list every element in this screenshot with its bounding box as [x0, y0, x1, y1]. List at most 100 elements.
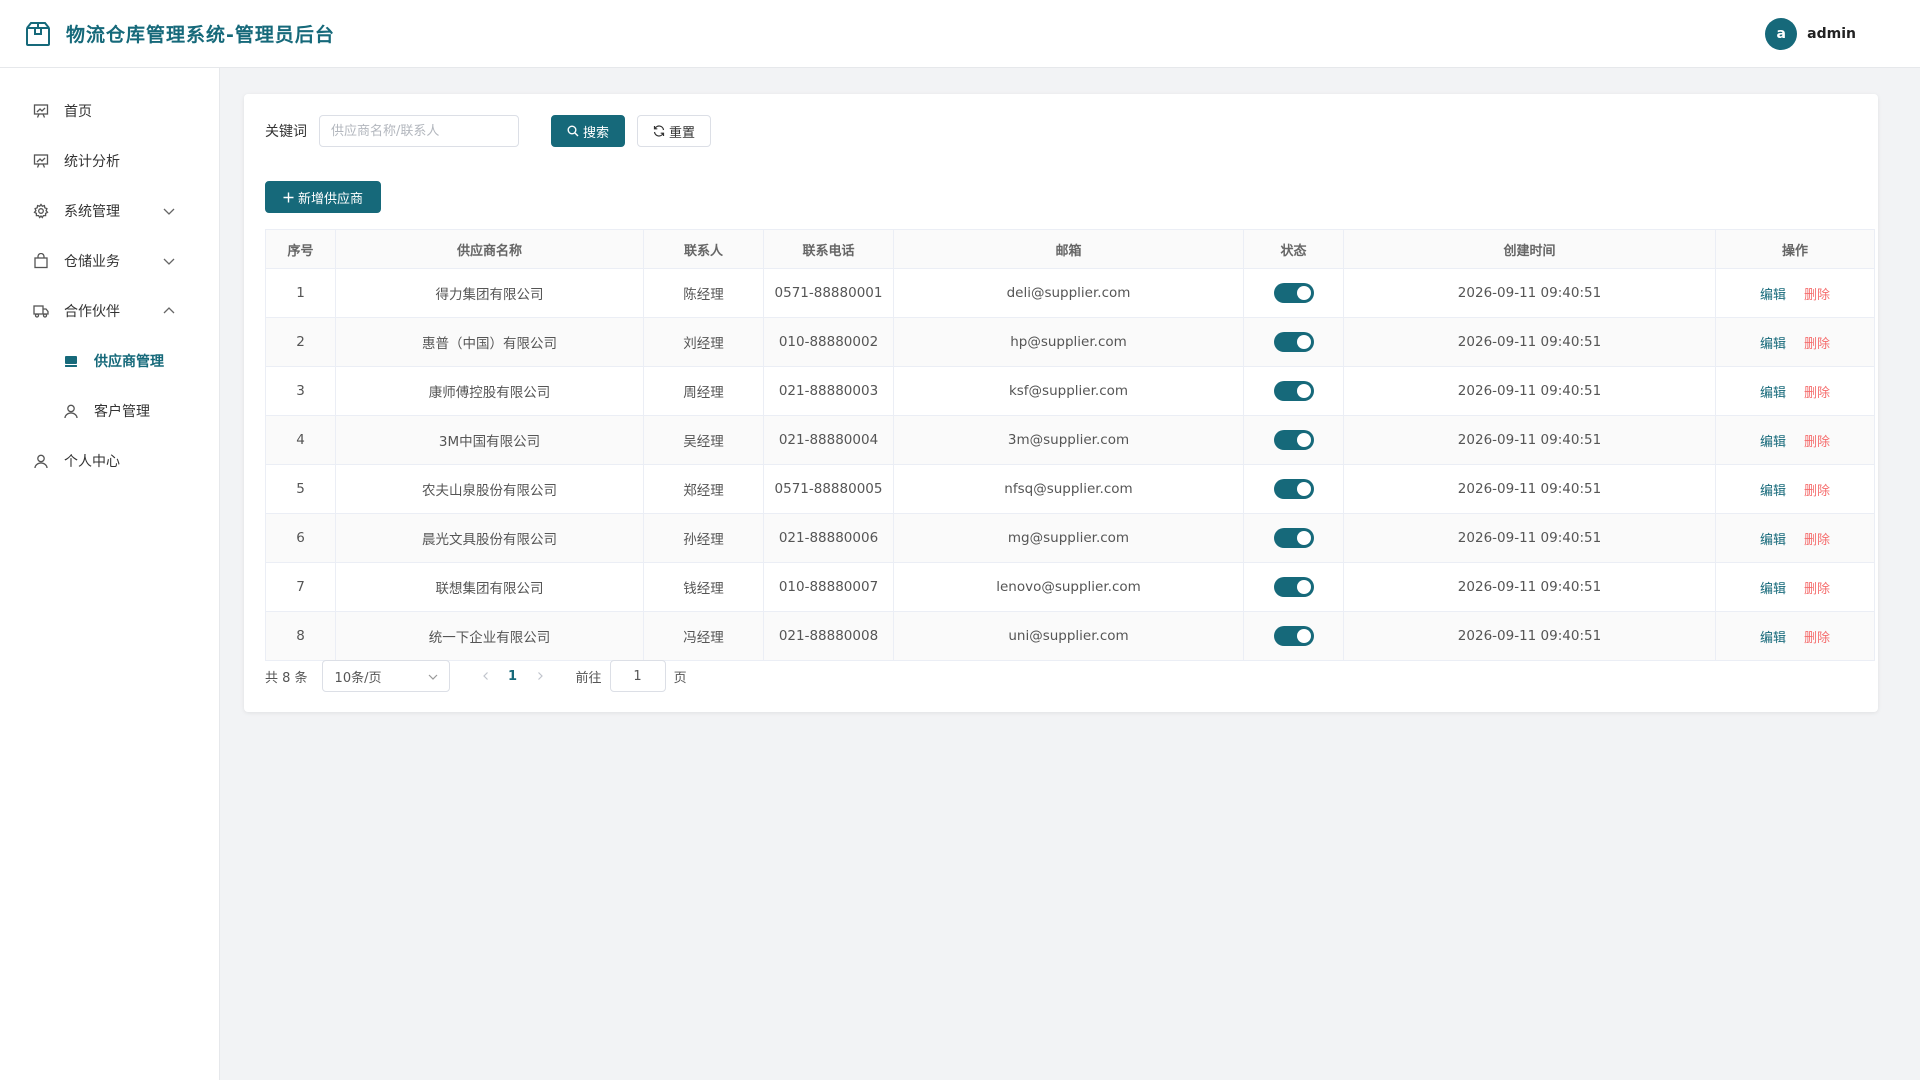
cell-no: 4 — [265, 415, 336, 465]
toggle-knob — [1296, 531, 1311, 545]
edit-link[interactable]: 编辑 — [1760, 631, 1786, 646]
page-number[interactable]: 1 — [498, 669, 528, 684]
sidebar-item-suppliers[interactable]: 供应商管理 — [0, 336, 219, 386]
sidebar-item-stats[interactable]: 统计分析 — [0, 136, 219, 186]
chevron-down-icon — [163, 208, 175, 215]
cell-phone: 010-88880002 — [763, 317, 894, 367]
status-toggle[interactable] — [1273, 283, 1314, 303]
toggle-knob — [1296, 629, 1311, 643]
cell-name: 统一下企业有限公司 — [335, 611, 644, 661]
delete-link[interactable]: 删除 — [1804, 484, 1830, 499]
page-size-select[interactable]: 10条/页 — [321, 660, 450, 692]
total-count: 共 8 条 — [265, 670, 308, 686]
status-toggle[interactable] — [1273, 577, 1314, 597]
status-toggle[interactable] — [1273, 626, 1314, 646]
cell-created: 2026-09-11 09:40:51 — [1343, 268, 1716, 318]
edit-link[interactable]: 编辑 — [1760, 435, 1786, 450]
cell-email: nfsq@supplier.com — [893, 464, 1244, 514]
delete-link[interactable]: 删除 — [1804, 386, 1830, 401]
delete-link[interactable]: 删除 — [1804, 631, 1830, 646]
cell-no: 1 — [265, 268, 336, 318]
cell-actions: 编辑 删除 — [1715, 513, 1875, 563]
prev-page-button[interactable] — [474, 664, 498, 688]
edit-link[interactable]: 编辑 — [1760, 533, 1786, 548]
sidebar-item-label: 供应商管理 — [94, 354, 164, 370]
reset-button[interactable]: 重置 — [637, 115, 711, 147]
sidebar-item-customers[interactable]: 客户管理 — [0, 386, 219, 436]
cell-status — [1243, 464, 1344, 514]
cell-created: 2026-09-11 09:40:51 — [1343, 513, 1716, 563]
refresh-icon — [653, 125, 665, 137]
edit-link[interactable]: 编辑 — [1760, 337, 1786, 352]
cell-contact: 钱经理 — [643, 562, 764, 612]
cell-status — [1243, 513, 1344, 563]
cell-email: uni@supplier.com — [893, 611, 1244, 661]
col-header-actions: 操作 — [1715, 229, 1875, 269]
avatar[interactable]: a — [1765, 17, 1798, 50]
cell-no: 3 — [265, 366, 336, 416]
toggle-knob — [1296, 335, 1311, 349]
delete-link[interactable]: 删除 — [1804, 533, 1830, 548]
cell-name: 3M中国有限公司 — [335, 415, 644, 465]
cell-name: 联想集团有限公司 — [335, 562, 644, 612]
cell-email: hp@supplier.com — [893, 317, 1244, 367]
chevron-down-icon — [428, 674, 437, 680]
sidebar-item-label: 个人中心 — [64, 454, 120, 470]
search-icon — [567, 125, 579, 137]
sidebar-item-profile[interactable]: 个人中心 — [0, 436, 219, 486]
delete-link[interactable]: 删除 — [1804, 435, 1830, 450]
sidebar-item-partners[interactable]: 合作伙伴 — [0, 286, 219, 336]
cell-status — [1243, 415, 1344, 465]
cell-status — [1243, 562, 1344, 612]
sidebar-item-label: 首页 — [64, 104, 92, 120]
plus-icon — [283, 192, 294, 202]
status-toggle[interactable] — [1273, 430, 1314, 450]
goto-page-input[interactable] — [609, 660, 666, 692]
user-menu[interactable]: a admin — [1765, 17, 1856, 50]
sidebar-item-system[interactable]: 系统管理 — [0, 186, 219, 236]
edit-link[interactable]: 编辑 — [1760, 386, 1786, 401]
cell-actions: 编辑 删除 — [1715, 317, 1875, 367]
col-header-phone: 联系电话 — [763, 229, 894, 269]
cell-contact: 郑经理 — [643, 464, 764, 514]
edit-link[interactable]: 编辑 — [1760, 288, 1786, 303]
cell-status — [1243, 366, 1344, 416]
cell-name: 晨光文具股份有限公司 — [335, 513, 644, 563]
col-header-email: 邮箱 — [893, 229, 1244, 269]
gear-icon — [32, 202, 50, 220]
cell-actions: 编辑 删除 — [1715, 366, 1875, 416]
edit-link[interactable]: 编辑 — [1760, 484, 1786, 499]
cell-email: 3m@supplier.com — [893, 415, 1244, 465]
delete-link[interactable]: 删除 — [1804, 582, 1830, 597]
supplier-panel: 关键词 搜索 重置 新增供应商 序号 供应商名称 联系人 联系电话 — [244, 94, 1878, 712]
top-header: 物流仓库管理系统-管理员后台 a admin — [0, 0, 1920, 68]
next-page-button[interactable] — [528, 664, 552, 688]
supplier-table: 序号 供应商名称 联系人 联系电话 邮箱 状态 创建时间 操作 1 得力集团有限公… — [265, 229, 1875, 661]
delete-link[interactable]: 删除 — [1804, 337, 1830, 352]
table-row: 8 统一下企业有限公司 冯经理 021-88880008 uni@supplier.co… — [265, 611, 1875, 661]
cell-contact: 孙经理 — [643, 513, 764, 563]
status-toggle[interactable] — [1273, 332, 1314, 352]
bag-icon — [32, 252, 50, 270]
chart-icon — [32, 152, 50, 170]
search-button[interactable]: 搜索 — [551, 115, 625, 147]
sidebar-item-home[interactable]: 首页 — [0, 86, 219, 136]
sidebar-item-warehouse[interactable]: 仓储业务 — [0, 236, 219, 286]
add-supplier-button[interactable]: 新增供应商 — [265, 181, 381, 213]
status-toggle[interactable] — [1273, 381, 1314, 401]
status-toggle[interactable] — [1273, 528, 1314, 548]
chevron-up-icon — [163, 307, 175, 314]
cell-phone: 010-88880007 — [763, 562, 894, 612]
cell-no: 2 — [265, 317, 336, 367]
delete-link[interactable]: 删除 — [1804, 288, 1830, 303]
username[interactable]: admin — [1807, 26, 1856, 42]
toggle-knob — [1296, 433, 1311, 447]
cell-contact: 周经理 — [643, 366, 764, 416]
status-toggle[interactable] — [1273, 479, 1314, 499]
edit-link[interactable]: 编辑 — [1760, 582, 1786, 597]
cell-actions: 编辑 删除 — [1715, 415, 1875, 465]
cell-no: 7 — [265, 562, 336, 612]
cell-created: 2026-09-11 09:40:51 — [1343, 611, 1716, 661]
col-header-created: 创建时间 — [1343, 229, 1716, 269]
search-input[interactable] — [319, 115, 519, 147]
